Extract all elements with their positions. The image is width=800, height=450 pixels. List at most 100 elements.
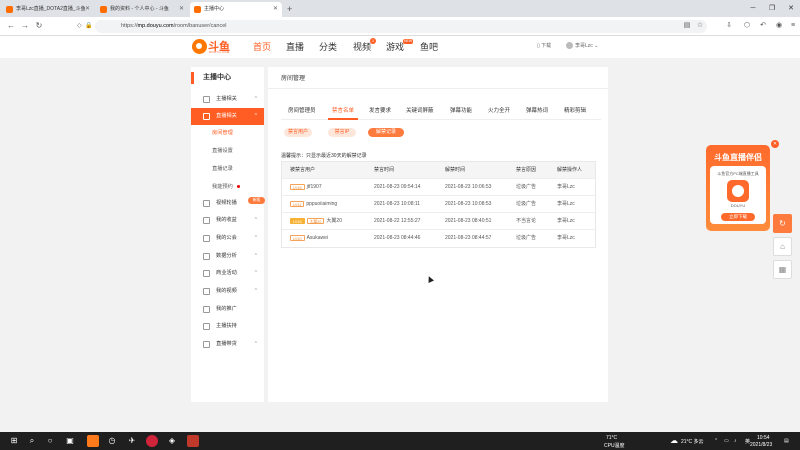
restore-window-icon[interactable]: ❐ bbox=[763, 0, 781, 17]
sidebar-item-live[interactable]: 直播相关 ^ bbox=[191, 108, 264, 125]
sidebar-item-promotion[interactable]: 我的推广 bbox=[191, 301, 264, 318]
plane-app-icon[interactable]: ✈ bbox=[126, 435, 138, 447]
close-tab-icon[interactable]: ✕ bbox=[85, 2, 90, 17]
network-icon[interactable]: ▭ bbox=[724, 438, 729, 444]
tab-keyword-block[interactable]: 关键词屏蔽 bbox=[406, 107, 434, 115]
download-link[interactable]: ▯ 下载 bbox=[537, 42, 551, 49]
clock-date[interactable]: 2021/8/23 bbox=[750, 442, 772, 448]
sidebar-item-my-videos[interactable]: 我的视频 ^ bbox=[191, 283, 264, 300]
new-version-badge: 新版 bbox=[248, 197, 265, 204]
notification-icon[interactable]: ▤ bbox=[784, 438, 789, 444]
wallet-icon bbox=[203, 217, 210, 224]
chevron-up-icon: ^ bbox=[254, 235, 257, 241]
nav-category[interactable]: 分类 bbox=[319, 40, 337, 54]
ban-reason-cell: 垃圾广告 bbox=[516, 235, 537, 241]
home-float-icon[interactable]: ⌂ bbox=[773, 237, 792, 256]
refresh-float-icon[interactable]: ↻ bbox=[773, 214, 792, 233]
sidebar-subitem-records[interactable]: 直播记录 bbox=[191, 161, 264, 178]
nav-game[interactable]: 游戏 NEW bbox=[386, 39, 414, 54]
weather-cloud-icon[interactable]: ☁ bbox=[668, 435, 680, 447]
reload-icon[interactable]: ↻ bbox=[32, 19, 46, 33]
user-name[interactable]: jtf1907 bbox=[307, 184, 322, 190]
nav-fishbar[interactable]: 鱼吧 bbox=[420, 40, 438, 54]
tab-label: 主播中心 bbox=[204, 6, 225, 12]
douyu-logo[interactable]: 斗鱼 DOUYU.COM bbox=[192, 39, 230, 55]
qrcode-float-icon[interactable]: ▦ bbox=[773, 260, 792, 279]
nav-video[interactable]: 视频 1 bbox=[353, 38, 376, 54]
new-tab-icon[interactable]: + bbox=[287, 2, 292, 17]
live-companion-ad[interactable]: ✕ 斗鱼直播伴侣 斗鱼官方PC端直播工具 DOUYU 立即下载 bbox=[706, 140, 779, 231]
tray-chevron-icon[interactable]: ⌃ bbox=[714, 438, 718, 444]
close-tab-icon[interactable]: ✕ bbox=[273, 2, 278, 17]
sidebar-subitem-room[interactable]: 房间管理 bbox=[191, 125, 264, 142]
unban-time-cell: 2021-08-23 08:44:57 bbox=[445, 235, 492, 241]
windows-taskbar: ⊞ ⌕ ○ ▣ ◷ ✈ ◈ 71°C CPU温度 ☁ 21°C 多云 ⌃ ▭ ♪… bbox=[0, 432, 800, 450]
windows-start-icon[interactable]: ⊞ bbox=[8, 435, 20, 447]
nav-live[interactable]: 直播 bbox=[286, 40, 304, 54]
tab-highlight-clips[interactable]: 精彩剪辑 bbox=[564, 107, 586, 115]
download-now-button[interactable]: 立即下载 bbox=[721, 213, 755, 221]
bookmark-star-icon[interactable]: ☆ bbox=[693, 19, 707, 33]
tab-hot-words[interactable]: 弹幕热词 bbox=[526, 107, 548, 115]
weather-text[interactable]: 21°C 多云 bbox=[681, 438, 704, 445]
subtab-banned-users[interactable]: 禁言用户 bbox=[284, 128, 312, 137]
sidebar-item-business[interactable]: 商业活动 ^ bbox=[191, 265, 264, 282]
clock-app-icon[interactable]: ◷ bbox=[106, 435, 118, 447]
task-view-icon[interactable]: ○ bbox=[44, 435, 56, 447]
user-name: 李哥Lzc bbox=[575, 43, 593, 49]
user-menu[interactable]: 李哥Lzc ⌄ bbox=[566, 42, 598, 50]
downloads-icon[interactable]: ⇩ bbox=[722, 19, 736, 33]
address-bar[interactable]: ◇ 🔒 https://mp.douyu.com/room/banuser/ca… bbox=[77, 20, 707, 33]
hint-text: 温馨提示：只显示最近30天的解禁记录 bbox=[281, 153, 367, 159]
undo-icon[interactable]: ↶ bbox=[756, 19, 770, 33]
close-tab-icon[interactable]: ✕ bbox=[179, 2, 184, 17]
sidebar-subitem-settings[interactable]: 直播设置 bbox=[191, 143, 264, 160]
ban-reason-cell: 垃圾广告 bbox=[516, 201, 537, 207]
sidebar-item-guild[interactable]: 我的公会 ^ bbox=[191, 230, 264, 247]
user-name[interactable]: 大翼20 bbox=[326, 218, 342, 224]
tab-fire-power[interactable]: 火力全开 bbox=[488, 107, 510, 115]
user-name[interactable]: pppuoiiaiming bbox=[306, 201, 337, 207]
main-panel: 房间管理 房间管理员 禁言名单 发言要求 关键词屏蔽 弹幕功能 火力全开 弹幕热… bbox=[268, 67, 608, 402]
sidebar-item-live-commerce[interactable]: 直播带货 ^ bbox=[191, 336, 264, 353]
steam-icon[interactable]: ◈ bbox=[166, 435, 178, 447]
browser-tab-active[interactable]: 主播中心 ✕ bbox=[190, 2, 282, 17]
browser-tab[interactable]: 李哥Lzc直播_DOTA2直播_斗鱼 ✕ bbox=[2, 2, 94, 17]
tab-speech-requirements[interactable]: 发言要求 bbox=[369, 107, 391, 115]
widgets-icon[interactable]: ▣ bbox=[64, 435, 76, 447]
search-icon[interactable]: ⌕ bbox=[26, 435, 38, 447]
forward-icon[interactable]: → bbox=[18, 19, 32, 33]
sidebar-item-streamer[interactable]: 主播相关 ^ bbox=[191, 91, 264, 108]
extension-icon[interactable]: ⬡ bbox=[740, 19, 754, 33]
netease-music-icon[interactable] bbox=[146, 435, 158, 447]
tab-ban-list[interactable]: 禁言名单 bbox=[332, 107, 354, 115]
dota2-icon[interactable] bbox=[187, 435, 199, 447]
minimize-window-icon[interactable]: ─ bbox=[744, 0, 762, 17]
sidebar-item-earnings[interactable]: 我的收益 ^ bbox=[191, 212, 264, 229]
subtab-unban-records[interactable]: 解禁记录 bbox=[368, 128, 404, 137]
sidebar-item-label: 我的推广 bbox=[216, 306, 237, 312]
url-host: mp.douyu.com bbox=[137, 23, 174, 29]
sidebar-item-support[interactable]: 主播扶持 bbox=[191, 318, 264, 335]
sidebar-subitem-reservation[interactable]: 我能预约 bbox=[191, 179, 264, 196]
lock-icon: 🔒 bbox=[85, 23, 93, 29]
menu-icon[interactable]: ≡ bbox=[786, 19, 800, 33]
firefox-icon[interactable] bbox=[87, 435, 99, 447]
account-icon[interactable]: ◉ bbox=[772, 19, 786, 33]
browser-tab[interactable]: 我的资料 - 个人中心 - 斗鱼 ✕ bbox=[96, 2, 188, 17]
sidebar-item-label: 数据分析 bbox=[216, 253, 237, 259]
clock-time[interactable]: 10:54 bbox=[757, 435, 770, 441]
volume-icon[interactable]: ♪ bbox=[734, 438, 737, 444]
tab-room-admins[interactable]: 房间管理员 bbox=[288, 107, 316, 115]
unban-operator-cell: 李哥Lzc bbox=[557, 235, 575, 241]
close-window-icon[interactable]: ✕ bbox=[782, 0, 800, 17]
close-ad-icon[interactable]: ✕ bbox=[771, 140, 779, 148]
sidebar-item-analytics[interactable]: 数据分析 ^ bbox=[191, 248, 264, 265]
reader-icon[interactable]: ▤ bbox=[680, 19, 694, 33]
tab-danmaku-features[interactable]: 弹幕功能 bbox=[450, 107, 472, 115]
user-name[interactable]: Asukawei bbox=[307, 235, 328, 241]
avatar bbox=[566, 42, 573, 50]
nav-home[interactable]: 首页 bbox=[253, 40, 271, 54]
back-icon[interactable]: ← bbox=[4, 19, 18, 33]
subtab-banned-ip[interactable]: 禁言IP bbox=[328, 128, 356, 137]
